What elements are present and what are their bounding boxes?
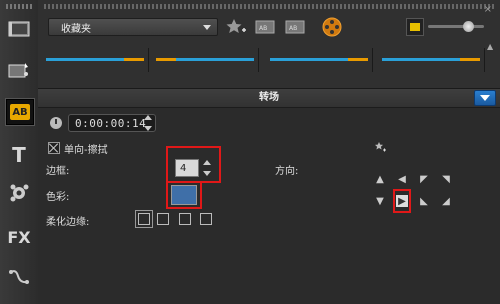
slider-knob[interactable] xyxy=(463,21,474,32)
graphics-icon[interactable] xyxy=(5,180,33,206)
thumbnail-size-slider[interactable] xyxy=(428,25,484,28)
thumbnail-item[interactable] xyxy=(378,48,485,72)
duration-timecode-field[interactable]: 0:00:00:14 xyxy=(68,114,156,132)
soft-edge-weak-option[interactable] xyxy=(157,213,169,225)
filter-fx-icon[interactable]: FX xyxy=(5,224,33,250)
media-library-icon[interactable] xyxy=(5,16,33,42)
panel-title: 转场 xyxy=(259,92,279,103)
view-icon xyxy=(410,23,420,31)
transition-ab-badge: AB xyxy=(10,104,30,120)
wipe-type-label: 单向-擦拭 xyxy=(64,145,108,156)
wipe-type-icon[interactable] xyxy=(48,142,60,154)
svg-text:AB: AB xyxy=(259,25,267,32)
title-icon[interactable]: T xyxy=(5,142,33,168)
arrow-down-icon[interactable]: ▼ xyxy=(374,195,386,207)
chevron-down-icon xyxy=(480,95,490,101)
thumbnail-bar xyxy=(156,58,254,61)
arrow-up-left-icon[interactable]: ◤ xyxy=(418,173,430,185)
color-label: 色彩: xyxy=(46,192,70,203)
scroll-up-icon[interactable]: ▲ xyxy=(487,42,497,54)
soft-edge-label: 柔化边缘: xyxy=(46,217,90,228)
arrow-up-icon[interactable]: ▲ xyxy=(374,173,386,185)
collapse-button[interactable] xyxy=(474,90,496,106)
instant-project-icon[interactable] xyxy=(5,58,33,84)
arrow-down-left-icon[interactable]: ◣ xyxy=(418,195,430,207)
direction-highlight-box xyxy=(393,189,411,213)
thumbnail-item[interactable] xyxy=(266,48,373,72)
thumbnail-bar xyxy=(46,58,144,61)
thumbnail-item[interactable] xyxy=(152,48,259,72)
transition-thumbnails xyxy=(42,48,500,72)
clock-icon xyxy=(50,117,62,129)
soft-edge-medium-option[interactable] xyxy=(179,213,191,225)
border-label: 边框: xyxy=(46,166,70,177)
film-reel-icon[interactable] xyxy=(320,15,344,39)
thumbnail-bar xyxy=(270,58,368,61)
timecode-spinner[interactable] xyxy=(144,115,152,131)
apply-to-video-icon[interactable]: AB xyxy=(254,15,278,39)
transition-options-panel: 转场 0:00:00:14 单向-擦拭 边框: 4 色彩: 柔化边缘: 方向: … xyxy=(38,88,500,304)
svg-text:AB: AB xyxy=(289,25,297,32)
add-favorite-icon[interactable] xyxy=(224,15,248,39)
border-highlight-box xyxy=(166,146,221,183)
direction-label: 方向: xyxy=(275,166,299,177)
favorites-dropdown[interactable]: 收藏夹 xyxy=(48,18,218,36)
favorites-dropdown-value: 收藏夹 xyxy=(61,23,91,35)
library-grip xyxy=(44,4,494,9)
arrow-left-icon[interactable]: ◀ xyxy=(396,173,408,185)
sidebar-grip xyxy=(6,4,32,9)
chevron-down-icon xyxy=(203,25,211,30)
path-icon[interactable] xyxy=(5,264,33,290)
add-direction-icon xyxy=(374,141,386,153)
close-icon[interactable]: × xyxy=(484,4,492,15)
soft-edge-strong-option[interactable] xyxy=(200,213,212,225)
library-panel: × 收藏夹 AB AB ▲ xyxy=(38,0,500,88)
panel-header: 转场 xyxy=(38,89,500,108)
arrow-down-right-icon[interactable]: ◢ xyxy=(440,195,452,207)
arrow-up-right-icon[interactable]: ◥ xyxy=(440,173,452,185)
transition-icon[interactable]: AB xyxy=(5,98,35,126)
left-sidebar: AB T FX xyxy=(0,0,39,304)
list-view-button[interactable] xyxy=(406,18,424,36)
apply-random-icon[interactable]: AB xyxy=(284,15,308,39)
thumbnail-bar xyxy=(382,58,480,61)
soft-edge-none-option[interactable] xyxy=(138,213,150,225)
color-highlight-box xyxy=(166,181,202,209)
thumbnail-item[interactable] xyxy=(42,48,149,72)
